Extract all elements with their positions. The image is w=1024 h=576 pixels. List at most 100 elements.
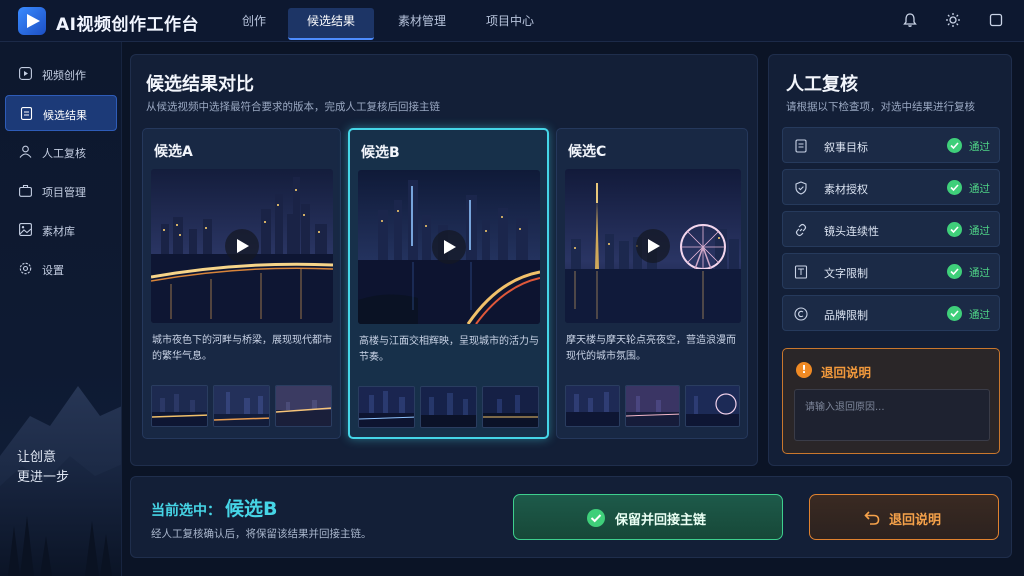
return-reason-input[interactable]: [794, 389, 990, 441]
review-item-label: 文字限制: [824, 267, 868, 280]
play-square-icon: [19, 67, 32, 80]
shield-icon: [795, 181, 807, 195]
play-button[interactable]: [225, 229, 259, 263]
return-button-label: 退回说明: [889, 512, 942, 527]
selection-hint: 经人工复核确认后，将保留该结果并回接主链。: [151, 528, 372, 540]
play-button[interactable]: [636, 229, 670, 263]
return-note-box: ! 退回说明: [782, 348, 1000, 454]
return-note-title: 退回说明: [821, 365, 872, 380]
app-logo-icon: [18, 7, 46, 35]
gear-icon: [19, 262, 32, 275]
return-note-button[interactable]: 退回说明: [809, 494, 999, 540]
sidebar-item-label: 设置: [42, 264, 64, 277]
tab-projects[interactable]: 项目中心: [474, 8, 546, 40]
tab-create[interactable]: 创作: [230, 8, 278, 40]
thumbnail-frame[interactable]: [358, 386, 415, 428]
sidebar: 视频创作 候选结果 人工复核 项目管理 素材库 设置: [0, 42, 122, 576]
tab-candidates[interactable]: 候选结果: [288, 8, 374, 40]
thumbnail-frame[interactable]: [625, 385, 680, 427]
sidebar-item-video-create[interactable]: 视频创作: [5, 56, 117, 92]
candidate-thumbnails: [151, 385, 333, 427]
bell-icon[interactable]: [902, 12, 918, 28]
thumbnail-frame[interactable]: [685, 385, 740, 427]
review-item-status: 通过: [969, 225, 990, 237]
app-title: AI视频创作工作台: [56, 15, 199, 35]
sidebar-item-label: 候选结果: [43, 109, 87, 122]
window-icon[interactable]: [988, 12, 1004, 28]
review-subtitle: 请根据以下检查项，对选中结果进行复核: [786, 101, 975, 113]
candidate-thumbnails: [358, 386, 540, 428]
image-icon: [19, 223, 32, 236]
sidebar-item-settings[interactable]: 设置: [5, 251, 117, 287]
document-icon: [795, 139, 807, 153]
check-icon: [947, 138, 962, 153]
compare-title: 候选结果对比: [146, 74, 254, 95]
candidate-title: 候选B: [361, 145, 400, 161]
sidebar-item-projects[interactable]: 项目管理: [5, 173, 117, 209]
keep-and-reconnect-button[interactable]: 保留并回接主链: [513, 494, 783, 540]
thumbnail-frame[interactable]: [420, 386, 477, 428]
bottom-action-bar: 当前选中： 候选B 经人工复核确认后，将保留该结果并回接主链。 保留并回接主链 退…: [130, 476, 1012, 558]
sidebar-item-label: 素材库: [42, 225, 75, 238]
current-selection-label: 当前选中：: [151, 503, 221, 519]
top-bar: AI视频创作工作台 创作 候选结果 素材管理 项目中心: [0, 0, 1024, 42]
compare-subtitle: 从候选视频中选择最符合要求的版本，完成人工复核后回接主链: [146, 101, 440, 113]
thumbnail-frame[interactable]: [482, 386, 539, 428]
slogan-line-2: 更进一步: [17, 470, 70, 485]
document-icon: [20, 107, 33, 120]
candidate-description: 摩天楼与摩天轮点亮夜空，营造浪漫而现代的城市氛围。: [566, 335, 736, 362]
play-button[interactable]: [432, 230, 466, 264]
review-item-label: 素材授权: [824, 183, 868, 196]
thumbnail-frame[interactable]: [213, 385, 270, 427]
sidebar-item-assets[interactable]: 素材库: [5, 212, 117, 248]
check-icon: [947, 264, 962, 279]
review-item-label: 镜头连续性: [824, 225, 879, 238]
slogan-line-1: 让创意: [17, 450, 57, 465]
review-item-text-limit[interactable]: 文字限制 通过: [782, 253, 1000, 289]
review-title: 人工复核: [786, 74, 858, 95]
sun-icon[interactable]: [945, 12, 961, 28]
review-item-brand[interactable]: 品牌限制 通过: [782, 295, 1000, 331]
check-icon: [947, 306, 962, 321]
candidate-card-b[interactable]: 候选B 高楼与江面交相辉映，呈现城市的活力与节奏。: [348, 128, 549, 439]
warning-icon: !: [796, 362, 812, 378]
review-item-license[interactable]: 素材授权 通过: [782, 169, 1000, 205]
candidate-title: 候选A: [154, 144, 193, 160]
check-circle-icon: [587, 509, 605, 527]
candidate-description: 城市夜色下的河畔与桥梁，展现现代都市的繁华气息。: [152, 335, 332, 362]
review-item-status: 通过: [969, 309, 990, 321]
sidebar-item-candidates[interactable]: 候选结果: [5, 95, 117, 131]
review-item-label: 叙事目标: [824, 141, 868, 154]
candidate-title: 候选C: [568, 144, 607, 160]
candidate-c-video-thumbnail[interactable]: [565, 169, 741, 323]
sidebar-item-label: 视频创作: [42, 69, 86, 82]
candidate-a-video-thumbnail[interactable]: [151, 169, 333, 323]
thumbnail-frame[interactable]: [151, 385, 208, 427]
candidate-card-a[interactable]: 候选A 城市夜色下的河畔与桥梁，展现现代都市的繁华气息。: [142, 128, 341, 439]
tab-assets[interactable]: 素材管理: [386, 8, 458, 40]
candidate-card-c[interactable]: 候选C 摩天楼与摩天轮点亮夜空，营造浪漫而现代的城市氛围。: [556, 128, 748, 439]
text-box-icon: [794, 265, 808, 279]
current-selection-value: 候选B: [225, 498, 278, 520]
sidebar-item-label: 人工复核: [42, 147, 86, 160]
slogan: 让创意 更进一步: [17, 448, 69, 488]
thumbnail-frame[interactable]: [565, 385, 620, 427]
sidebar-item-label: 项目管理: [42, 186, 86, 199]
link-icon: [795, 223, 807, 237]
review-item-status: 通过: [969, 267, 990, 279]
copyright-icon: [794, 307, 808, 321]
user-icon: [19, 145, 32, 158]
candidate-b-video-thumbnail[interactable]: [358, 170, 540, 324]
review-item-status: 通过: [969, 141, 990, 153]
candidate-thumbnails: [565, 385, 741, 427]
keep-button-label: 保留并回接主链: [615, 512, 707, 527]
briefcase-icon: [19, 184, 32, 197]
thumbnail-frame[interactable]: [275, 385, 332, 427]
review-item-narrative[interactable]: 叙事目标 通过: [782, 127, 1000, 163]
check-icon: [947, 222, 962, 237]
review-item-label: 品牌限制: [824, 309, 868, 322]
review-item-continuity[interactable]: 镜头连续性 通过: [782, 211, 1000, 247]
sidebar-item-review[interactable]: 人工复核: [5, 134, 117, 170]
check-icon: [947, 180, 962, 195]
candidate-description: 高楼与江面交相辉映，呈现城市的活力与节奏。: [359, 336, 539, 363]
